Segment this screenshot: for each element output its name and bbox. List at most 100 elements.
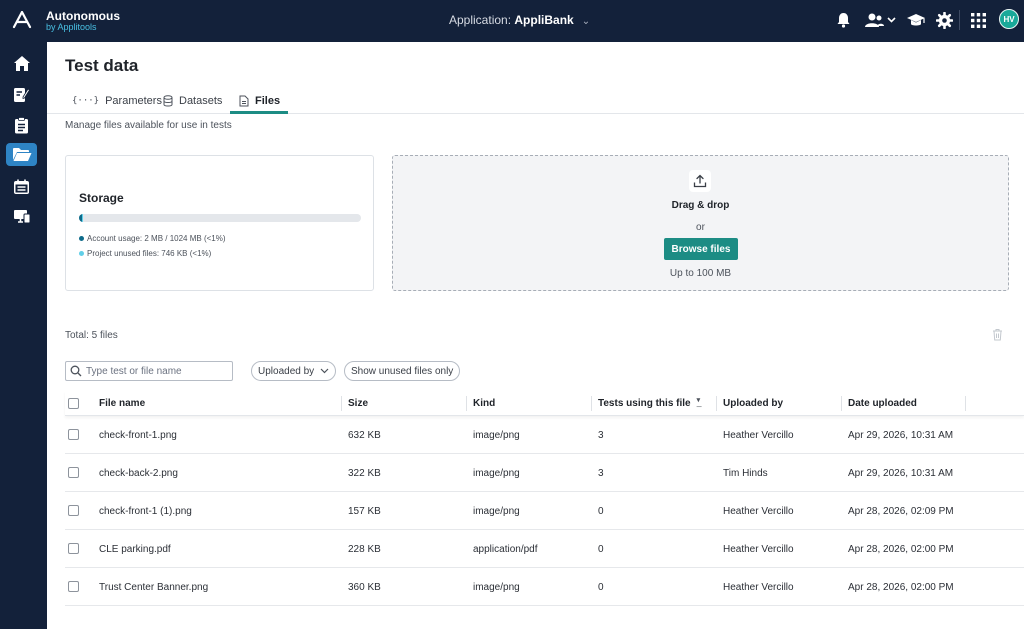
autonomous-logo-icon[interactable] bbox=[12, 11, 32, 29]
show-unused-files-toggle[interactable]: Show unused files only bbox=[344, 361, 461, 381]
page-subtitle: Manage files available for use in tests bbox=[65, 120, 232, 131]
search-icon bbox=[70, 365, 82, 377]
table-header: File name Size Kind Tests using this fil… bbox=[65, 391, 1024, 416]
date-uploaded-cell: Apr 29, 2026, 10:31 AM bbox=[848, 467, 954, 479]
browse-files-button[interactable]: Browse files bbox=[664, 238, 738, 260]
sidebar-item-home[interactable] bbox=[6, 52, 37, 75]
sidebar-item-test-data[interactable] bbox=[6, 143, 37, 166]
column-separator[interactable] bbox=[591, 396, 592, 411]
column-separator[interactable] bbox=[716, 396, 717, 411]
tests-count-cell: 0 bbox=[598, 543, 604, 555]
toolbar-divider bbox=[959, 10, 960, 30]
select-all-checkbox[interactable] bbox=[68, 398, 79, 409]
row-checkbox[interactable] bbox=[68, 505, 79, 516]
unused-files-label: Project unused files: 746 KB (<1%) bbox=[87, 249, 212, 258]
devices-icon bbox=[13, 210, 30, 224]
search-input[interactable] bbox=[86, 365, 226, 377]
tab-label: Datasets bbox=[179, 94, 223, 107]
row-checkbox[interactable] bbox=[68, 467, 79, 478]
uploaded-by-filter-label: Uploaded by bbox=[258, 365, 315, 377]
dropzone-title: Drag & drop bbox=[671, 200, 730, 211]
unused-files-dot-icon bbox=[79, 251, 84, 256]
tests-count-cell: 0 bbox=[598, 505, 604, 517]
user-menu-icon[interactable] bbox=[863, 11, 897, 29]
main-content: Test data {···} Parameters Datasets File… bbox=[47, 42, 1024, 629]
column-header-file-name[interactable]: File name bbox=[99, 391, 145, 416]
sidebar-item-devices[interactable] bbox=[6, 205, 37, 228]
brand-name: Autonomous bbox=[46, 9, 120, 23]
column-separator[interactable] bbox=[841, 396, 842, 411]
size-cell: 157 KB bbox=[348, 505, 381, 517]
column-separator[interactable] bbox=[965, 396, 966, 411]
tab-parameters[interactable]: {···} Parameters bbox=[72, 87, 162, 114]
uploaded-by-cell: Heather Vercillo bbox=[723, 543, 794, 555]
delete-trash-icon[interactable] bbox=[992, 328, 1003, 344]
apps-grid-icon[interactable] bbox=[970, 11, 986, 29]
top-bar: Autonomous by Applitools Application: Ap… bbox=[0, 0, 1024, 42]
file-name-cell: check-front-1.png bbox=[99, 429, 177, 441]
size-cell: 632 KB bbox=[348, 429, 381, 441]
column-separator[interactable] bbox=[341, 396, 342, 411]
user-avatar[interactable]: HV bbox=[999, 9, 1019, 29]
page-title: Test data bbox=[65, 56, 139, 75]
column-header-size[interactable]: Size bbox=[348, 391, 368, 416]
size-cell: 360 KB bbox=[348, 581, 381, 593]
sidebar-item-tests[interactable] bbox=[6, 83, 37, 106]
storage-card: Storage Account usage: 2 MB / 1024 MB (<… bbox=[65, 155, 374, 291]
braces-icon: {···} bbox=[72, 95, 100, 106]
table-row[interactable]: CLE parking.pdf 228 KB application/pdf 0… bbox=[65, 530, 1024, 568]
home-icon bbox=[13, 56, 30, 71]
legend-unused-files: Project unused files: 746 KB (<1%) bbox=[79, 249, 211, 258]
files-table: File name Size Kind Tests using this fil… bbox=[65, 391, 1024, 606]
sidebar-item-checklists[interactable] bbox=[6, 114, 37, 137]
tab-label: Files bbox=[255, 94, 281, 107]
calendar-icon bbox=[14, 179, 29, 194]
kind-cell: application/pdf bbox=[473, 543, 538, 555]
tab-files[interactable]: Files bbox=[239, 87, 280, 114]
row-checkbox[interactable] bbox=[68, 429, 79, 440]
application-selector[interactable]: Application: AppliBank ⌄ bbox=[449, 13, 590, 27]
kind-cell: image/png bbox=[473, 467, 520, 479]
search-input-box[interactable] bbox=[65, 361, 233, 381]
tab-label: Parameters bbox=[105, 94, 162, 107]
upload-icon bbox=[689, 170, 711, 192]
legend-account-usage: Account usage: 2 MB / 1024 MB (<1%) bbox=[79, 234, 226, 243]
tab-datasets[interactable]: Datasets bbox=[163, 87, 222, 114]
tests-count-cell: 3 bbox=[598, 429, 604, 441]
file-name-cell: CLE parking.pdf bbox=[99, 543, 171, 555]
table-row[interactable]: Trust Center Banner.png 360 KB image/png… bbox=[65, 568, 1024, 606]
column-separator[interactable] bbox=[466, 396, 467, 411]
row-checkbox[interactable] bbox=[68, 581, 79, 592]
file-icon bbox=[239, 95, 249, 106]
chevron-down-icon bbox=[320, 368, 329, 374]
sidebar-nav bbox=[0, 42, 47, 629]
show-unused-files-label: Show unused files only bbox=[351, 365, 454, 377]
brand-subtitle: by Applitools bbox=[46, 22, 97, 32]
table-row[interactable]: check-front-1 (1).png 157 KB image/png 0… bbox=[65, 492, 1024, 530]
total-files-count: Total: 5 files bbox=[65, 330, 118, 341]
graduation-cap-icon[interactable] bbox=[906, 11, 926, 29]
column-header-uploaded-by[interactable]: Uploaded by bbox=[723, 391, 783, 416]
table-row[interactable]: check-back-2.png 322 KB image/png 3 Tim … bbox=[65, 454, 1024, 492]
notifications-bell-icon[interactable] bbox=[835, 11, 851, 29]
column-header-kind[interactable]: Kind bbox=[473, 391, 495, 416]
sidebar-item-schedules[interactable] bbox=[6, 175, 37, 198]
column-header-date-uploaded[interactable]: Date uploaded bbox=[848, 391, 917, 416]
gear-icon[interactable] bbox=[935, 11, 953, 29]
column-header-tests-using-file[interactable]: Tests using this file ▾ ─ bbox=[598, 391, 702, 416]
row-checkbox[interactable] bbox=[68, 543, 79, 554]
uploaded-by-filter[interactable]: Uploaded by bbox=[251, 361, 337, 381]
tab-bar: {···} Parameters Datasets Files bbox=[47, 87, 1024, 114]
uploaded-by-cell: Heather Vercillo bbox=[723, 429, 794, 441]
date-uploaded-cell: Apr 28, 2026, 02:00 PM bbox=[848, 581, 954, 593]
table-row[interactable]: check-front-1.png 632 KB image/png 3 Hea… bbox=[65, 416, 1024, 454]
account-usage-dot-icon bbox=[79, 236, 84, 241]
file-name-cell: check-back-2.png bbox=[99, 467, 178, 479]
file-dropzone[interactable]: Drag & drop or Browse files Up to 100 MB bbox=[392, 155, 1009, 291]
chevron-down-icon: ⌄ bbox=[581, 16, 591, 27]
sort-descending-icon[interactable]: ▾ ─ bbox=[697, 397, 702, 411]
kind-cell: image/png bbox=[473, 581, 520, 593]
size-cell: 322 KB bbox=[348, 467, 381, 479]
upload-size-limit: Up to 100 MB bbox=[669, 268, 732, 279]
uploaded-by-cell: Tim Hinds bbox=[723, 467, 768, 479]
